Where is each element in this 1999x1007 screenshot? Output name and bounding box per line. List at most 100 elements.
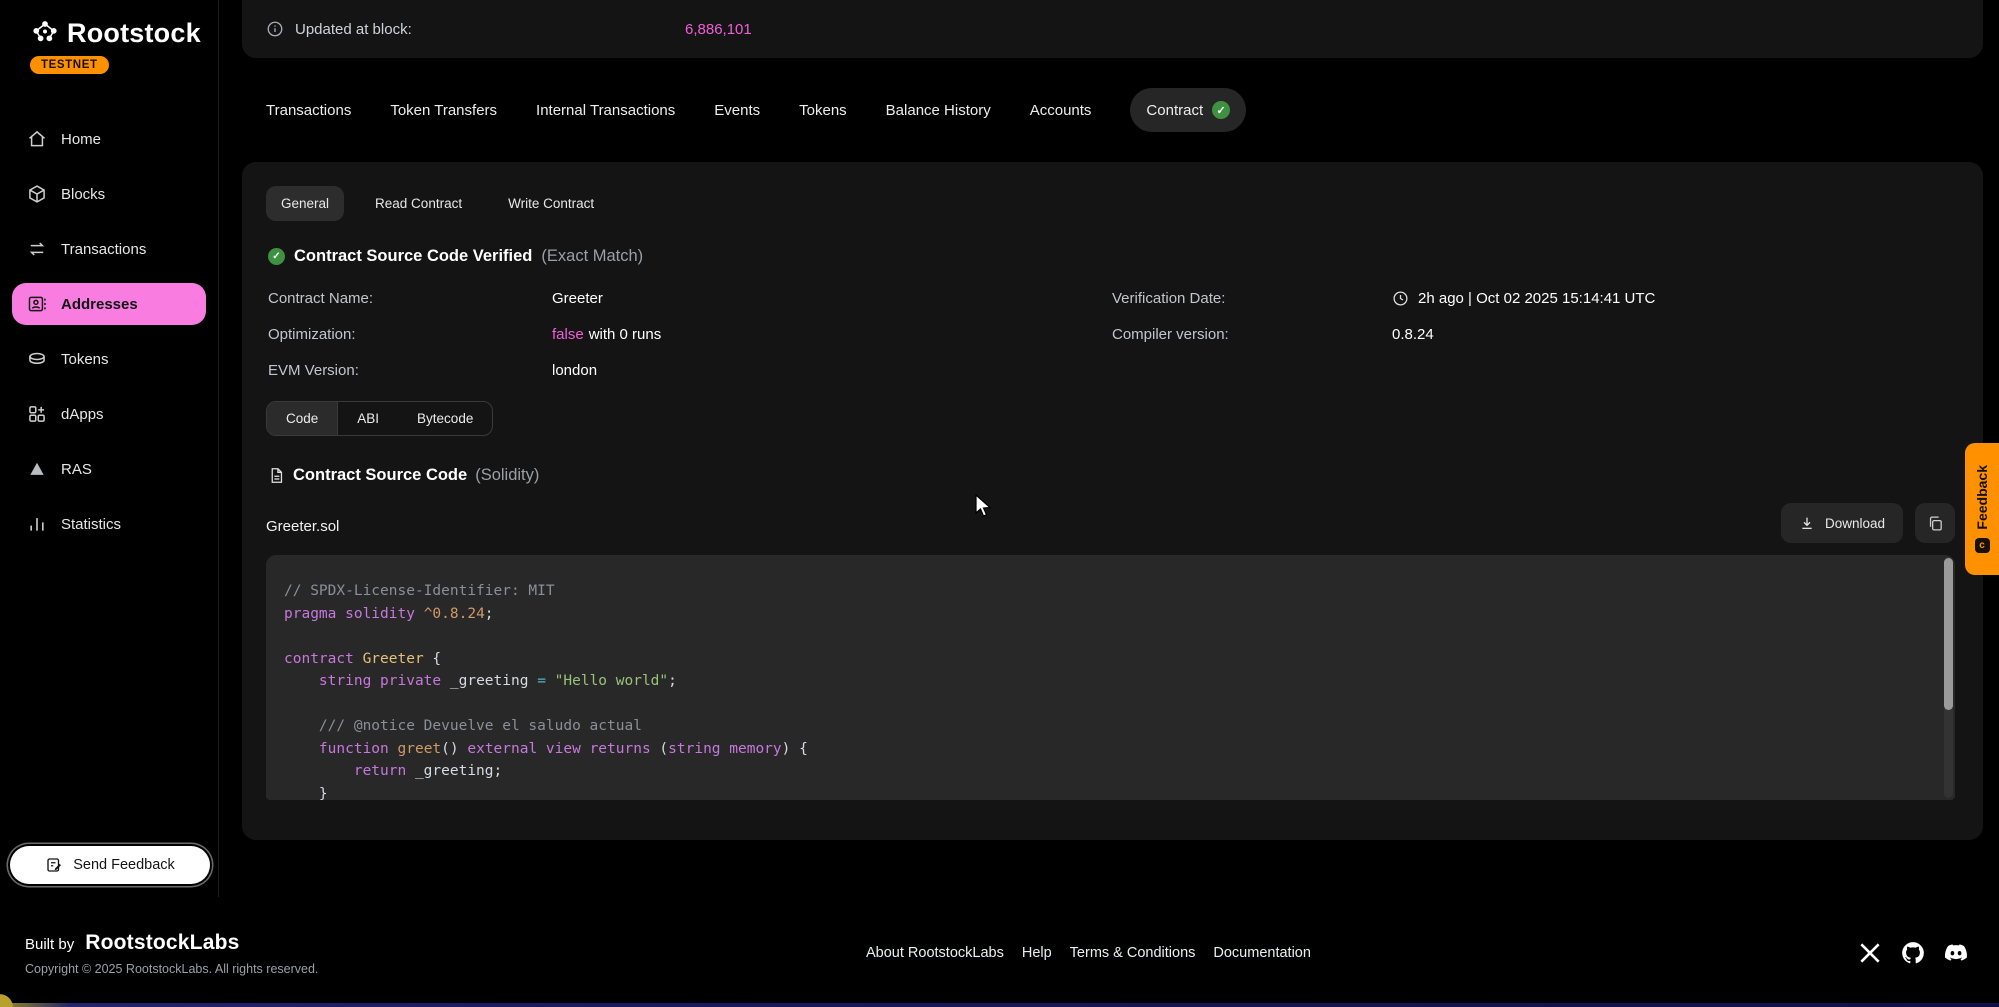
copy-icon [1927, 515, 1944, 532]
copyright: Copyright © 2025 RootstockLabs. All righ… [25, 962, 318, 976]
tab-label: Tokens [799, 102, 847, 119]
optimization-label: Optimization: [268, 326, 552, 343]
optimization-value: false with 0 runs [552, 326, 1112, 343]
footer-social [1857, 940, 1969, 966]
contract-info-grid: Contract Name: Greeter Verification Date… [268, 290, 1955, 379]
clock-icon [1392, 290, 1409, 307]
updated-block-bar: Updated at block: 6,886,101 [242, 0, 1983, 58]
footer-link-documentation[interactable]: Documentation [1213, 945, 1311, 961]
tab-accounts[interactable]: Accounts ✓ [1030, 88, 1092, 132]
subtab-write-contract[interactable]: Write Contract [493, 186, 609, 221]
source-code-text: // SPDX-License-Identifier: MITpragma so… [284, 580, 1929, 800]
blocks-icon [27, 184, 47, 204]
statistics-icon [27, 514, 47, 534]
tab-events[interactable]: Events ✓ [714, 88, 760, 132]
verified-banner: ✓ Contract Source Code Verified (Exact M… [268, 247, 1955, 266]
contract-verified-check-icon: ✓ [1212, 101, 1230, 119]
sidebar-item-label: Addresses [61, 296, 138, 313]
sidebar-item-home[interactable]: Home [12, 118, 206, 160]
source-code-heading: Contract Source Code (Solidity) [268, 466, 1955, 485]
sidebar-item-label: Statistics [61, 516, 121, 533]
sidebar-item-statistics[interactable]: Statistics [12, 503, 206, 545]
source-code-viewer[interactable]: // SPDX-License-Identifier: MITpragma so… [266, 555, 1955, 800]
info-icon [266, 20, 284, 38]
evm-version-value: london [552, 362, 1112, 379]
footer-corner-decoration [0, 991, 16, 1007]
x-twitter-icon[interactable] [1857, 940, 1883, 966]
contract-name-value: Greeter [552, 290, 1112, 307]
addresses-icon [27, 294, 47, 314]
footer-link-help[interactable]: Help [1022, 945, 1052, 961]
sidebar-item-label: Blocks [61, 186, 105, 203]
verified-title: Contract Source Code Verified [294, 247, 532, 266]
edit-feedback-icon [45, 856, 63, 874]
footer-gradient-strip [0, 1003, 1999, 1007]
footer-links: About RootstockLabs Help Terms & Condition… [866, 945, 1311, 961]
file-icon [268, 467, 285, 484]
download-button[interactable]: Download [1781, 503, 1903, 543]
copy-source-button[interactable] [1915, 503, 1955, 543]
sidebar-item-addresses[interactable]: Addresses [12, 283, 206, 325]
feedback-icon: c [1975, 538, 1990, 553]
main-content: Updated at block: 6,886,101 Transactions… [220, 0, 1999, 840]
feedback-side-tab[interactable]: Feedback c [1965, 443, 1999, 575]
tab-label: Token Transfers [390, 102, 497, 119]
updated-at-block-label: Updated at block: [295, 21, 412, 38]
source-language: (Solidity) [475, 466, 539, 485]
ras-icon [27, 459, 47, 479]
sidebar-item-label: RAS [61, 461, 92, 478]
tab-token-transfers[interactable]: Token Transfers ✓ [390, 88, 497, 132]
verification-date-value: 2h ago | Oct 02 2025 15:14:41 UTC [1392, 290, 1955, 307]
contract-subtab-bar: General Read Contract Write Contract [266, 186, 1955, 221]
built-by-label: Built by [25, 936, 74, 953]
download-icon [1799, 515, 1815, 531]
rootstock-logo-icon [30, 19, 60, 49]
sidebar-item-ras[interactable]: RAS [12, 448, 206, 490]
file-row: Greeter.sol Download [266, 503, 1955, 543]
sidebar-item-dapps[interactable]: dApps [12, 393, 206, 435]
discord-icon[interactable] [1943, 940, 1969, 966]
footer-link-terms-conditions[interactable]: Terms & Conditions [1070, 945, 1196, 961]
verified-check-icon: ✓ [268, 248, 285, 265]
address-tab-bar: Transactions ✓ Token Transfers ✓ Interna… [266, 88, 1999, 132]
sidebar-item-blocks[interactable]: Blocks [12, 173, 206, 215]
tab-label: Events [714, 102, 760, 119]
code-toggle-code[interactable]: Code [267, 402, 338, 435]
sidebar-item-tokens[interactable]: Tokens [12, 338, 206, 380]
evm-version-label: EVM Version: [268, 362, 552, 379]
code-toggle-abi[interactable]: ABI [338, 402, 398, 435]
code-scrollbar-thumb[interactable] [1944, 558, 1953, 710]
rootstock-explorer-page: Rootstock TESTNET Home Blocks Transactio… [0, 0, 1999, 1007]
tab-balance-history[interactable]: Balance History ✓ [886, 88, 991, 132]
latest-block-number[interactable]: 6,886,101 [685, 21, 752, 38]
tab-label: Accounts [1030, 102, 1092, 119]
dapps-icon [27, 404, 47, 424]
source-file-name: Greeter.sol [266, 518, 339, 543]
github-icon[interactable] [1900, 940, 1926, 966]
subtab-general[interactable]: General [266, 186, 344, 221]
contract-name-label: Contract Name: [268, 290, 552, 307]
tab-label: Internal Transactions [536, 102, 675, 119]
sidebar-item-transactions[interactable]: Transactions [12, 228, 206, 270]
send-feedback-button[interactable]: Send Feedback [10, 846, 210, 884]
sidebar-nav: Home Blocks Transactions Addresses Token… [0, 118, 218, 545]
subtab-read-contract[interactable]: Read Contract [360, 186, 477, 221]
footer: Built by RootstockLabs Copyright © 2025 … [0, 897, 1999, 1007]
verified-match-type: (Exact Match) [541, 247, 643, 266]
brand-name: Rootstock [67, 18, 201, 49]
code-toggle-bytecode[interactable]: Bytecode [398, 402, 492, 435]
tab-tokens[interactable]: Tokens ✓ [799, 88, 847, 132]
brand-block[interactable]: Rootstock TESTNET [0, 0, 218, 74]
tab-label: Contract [1146, 102, 1203, 119]
tab-contract[interactable]: Contract ✓ [1130, 88, 1246, 132]
tokens-icon [27, 349, 47, 369]
tab-transactions[interactable]: Transactions ✓ [266, 88, 351, 132]
footer-company[interactable]: RootstockLabs [85, 931, 239, 955]
footer-link-about-rootstocklabs[interactable]: About RootstockLabs [866, 945, 1004, 961]
transactions-icon [27, 239, 47, 259]
tab-label: Balance History [886, 102, 991, 119]
contract-panel: General Read Contract Write Contract ✓ C… [242, 162, 1983, 840]
sidebar: Rootstock TESTNET Home Blocks Transactio… [0, 0, 219, 897]
tab-internal-transactions[interactable]: Internal Transactions ✓ [536, 88, 675, 132]
compiler-version-value: 0.8.24 [1392, 326, 1955, 343]
